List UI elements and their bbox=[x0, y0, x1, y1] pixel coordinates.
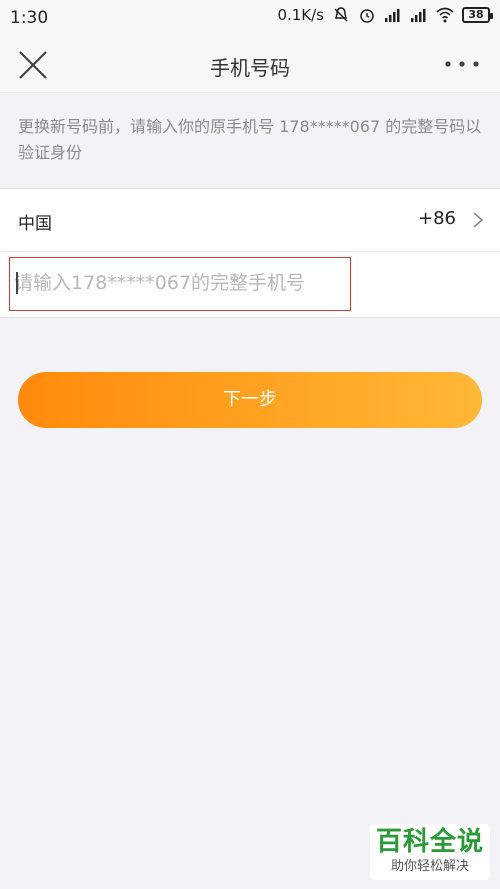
status-bar: 1:30 0.1K/s 38 bbox=[0, 0, 500, 36]
phone-number-input[interactable] bbox=[14, 259, 344, 307]
alarm-icon bbox=[360, 9, 374, 23]
nav-bar: 手机号码 bbox=[0, 36, 500, 93]
network-speed: 0.1K/s bbox=[277, 6, 324, 24]
wifi-icon bbox=[436, 7, 454, 23]
country-code: +86 bbox=[418, 208, 456, 229]
text-cursor bbox=[16, 272, 18, 294]
status-icons: 0.1K/s 38 bbox=[277, 6, 493, 24]
next-step-button[interactable]: 下一步 bbox=[18, 372, 482, 428]
hd-signal-icon bbox=[411, 9, 426, 22]
status-time: 1:30 bbox=[10, 8, 49, 28]
watermark-title: 百科全说 bbox=[375, 827, 484, 857]
watermark-logo: 百科全说 助你轻松解决 bbox=[370, 824, 490, 880]
phone-form: 中国 +86 bbox=[0, 188, 500, 318]
signal-icon bbox=[385, 9, 400, 22]
page-title: 手机号码 bbox=[210, 56, 290, 80]
phone-input-highlight bbox=[9, 257, 351, 311]
battery-icon: 38 bbox=[462, 7, 493, 23]
country-name: 中国 bbox=[18, 214, 52, 234]
country-selector[interactable]: 中国 +86 bbox=[0, 189, 500, 252]
watermark-subtitle: 助你轻松解决 bbox=[390, 859, 469, 874]
mute-bell-icon bbox=[334, 7, 348, 22]
verification-hint: 更换新号码前，请输入你的原手机号 178*****067 的完整号码以验证身份 bbox=[18, 117, 482, 162]
chevron-right-icon bbox=[473, 212, 484, 228]
more-icon[interactable] bbox=[444, 54, 480, 74]
